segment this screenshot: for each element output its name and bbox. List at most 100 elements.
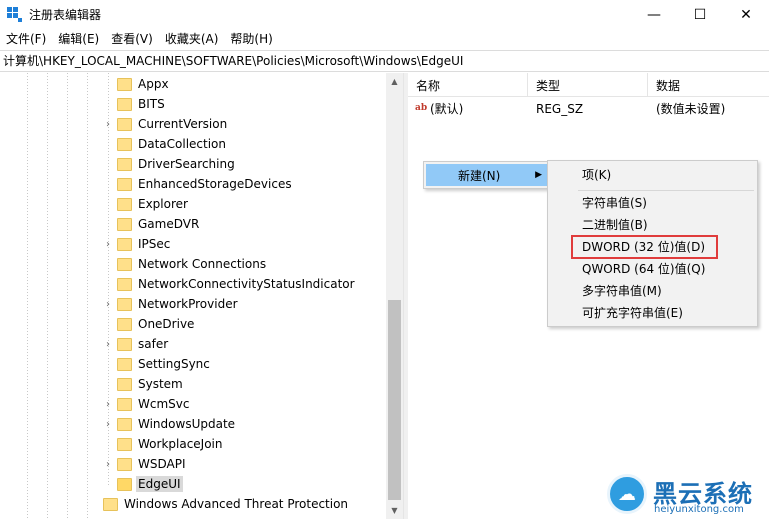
value-type: REG_SZ	[536, 102, 584, 116]
chevron-right-icon: ▶	[535, 170, 542, 180]
tree-item[interactable]: NetworkConnectivityStatusIndicator	[102, 274, 357, 294]
folder-icon	[117, 317, 132, 331]
menu-edit[interactable]: 编辑(E)	[52, 29, 105, 50]
menu-item-qword-value[interactable]: QWORD (64 位)值(Q)	[548, 258, 757, 280]
folder-icon	[117, 157, 132, 171]
tree-item[interactable]: › IPSec	[102, 234, 172, 254]
tree-item[interactable]: DataCollection	[102, 134, 228, 154]
tree-item[interactable]: › safer	[102, 334, 170, 354]
tree-item-label: CurrentVersion	[138, 117, 228, 131]
menu-item-new-label: 新建(N)	[458, 168, 501, 183]
folder-icon	[117, 297, 132, 311]
tree-item-label: GameDVR	[138, 217, 200, 231]
list-header: 名称 类型 数据	[408, 73, 769, 97]
tree-item[interactable]: BITS	[102, 94, 167, 114]
column-name[interactable]: 名称	[408, 73, 528, 97]
title-bar: 注册表编辑器 — ☐ ✕	[0, 0, 769, 29]
chevron-right-icon[interactable]: ›	[102, 419, 114, 430]
folder-icon	[117, 257, 132, 271]
tree-item[interactable]: EdgeUI	[102, 474, 183, 494]
scroll-thumb[interactable]	[388, 300, 401, 500]
tree-item-label: NetworkProvider	[138, 297, 238, 311]
cloud-logo-icon: ☁	[607, 474, 647, 514]
folder-icon	[117, 237, 132, 251]
tree-item-label: safer	[138, 337, 169, 351]
tree-item-label: DriverSearching	[138, 157, 235, 171]
scroll-up-arrow-icon[interactable]: ▲	[386, 73, 403, 90]
folder-icon	[117, 377, 132, 391]
tree-item[interactable]: Explorer	[102, 194, 190, 214]
menu-separator	[578, 190, 754, 191]
menu-item-key[interactable]: 项(K)	[548, 164, 757, 186]
tree-item[interactable]: Appx	[102, 74, 171, 94]
folder-icon	[117, 397, 132, 411]
menu-item-expandable-string-value[interactable]: 可扩充字符串值(E)	[548, 302, 757, 324]
menu-item-new[interactable]: 新建(N) ▶	[426, 164, 550, 186]
tree-item-label: Windows Advanced Threat Protection	[124, 497, 349, 511]
menu-favorites[interactable]: 收藏夹(A)	[159, 29, 225, 50]
menu-help[interactable]: 帮助(H)	[224, 29, 278, 50]
maximize-button[interactable]: ☐	[677, 0, 723, 29]
chevron-right-icon[interactable]: ›	[102, 239, 114, 250]
tree-item-label: Network Connections	[138, 257, 267, 271]
tree-item-label: WcmSvc	[138, 397, 190, 411]
tree-item[interactable]: › WcmSvc	[102, 394, 191, 414]
tree-item-label: System	[138, 377, 183, 391]
tree-item-label: Explorer	[138, 197, 188, 211]
folder-icon	[117, 417, 132, 431]
tree-scrollbar[interactable]: ▲ ▼	[386, 73, 403, 519]
tree-item-label: OneDrive	[138, 317, 195, 331]
tree-item[interactable]: System	[102, 374, 185, 394]
scroll-down-arrow-icon[interactable]: ▼	[386, 502, 403, 519]
watermark-url: heiyunxitong.com	[654, 504, 744, 515]
minimize-button[interactable]: —	[631, 0, 677, 29]
folder-icon	[117, 117, 132, 131]
folder-icon	[117, 477, 132, 491]
column-data[interactable]: 数据	[648, 73, 769, 97]
string-value-icon: ab	[415, 103, 428, 113]
chevron-right-icon[interactable]: ›	[102, 299, 114, 310]
folder-icon	[117, 217, 132, 231]
tree-item[interactable]: OneDrive	[102, 314, 196, 334]
chevron-right-icon[interactable]: ›	[102, 339, 114, 350]
tree-item-label: DataCollection	[138, 137, 227, 151]
menu-view[interactable]: 查看(V)	[105, 29, 159, 50]
menu-item-string-value[interactable]: 字符串值(S)	[548, 192, 757, 214]
tree-item[interactable]: › WindowsUpdate	[102, 414, 237, 434]
column-type[interactable]: 类型	[528, 73, 648, 97]
key-tree[interactable]: Appx BITS › CurrentVersion DataCollection Dri…	[0, 73, 403, 519]
tree-item-label: WSDAPI	[138, 457, 186, 471]
folder-icon	[117, 97, 132, 111]
folder-icon	[117, 137, 132, 151]
tree-item[interactable]: WorkplaceJoin	[102, 434, 225, 454]
folder-icon	[117, 197, 132, 211]
address-bar[interactable]: 计算机\HKEY_LOCAL_MACHINE\SOFTWARE\Policies…	[0, 50, 769, 72]
chevron-right-icon[interactable]: ›	[102, 399, 114, 410]
tree-item[interactable]: SettingSync	[102, 354, 212, 374]
context-menu: 新建(N) ▶	[423, 161, 553, 189]
tree-item[interactable]: EnhancedStorageDevices	[102, 174, 294, 194]
tree-item[interactable]: Network Connections	[102, 254, 268, 274]
tree-item-label: NetworkConnectivityStatusIndicator	[138, 277, 355, 291]
menu-item-multi-string-value[interactable]: 多字符串值(M)	[548, 280, 757, 302]
tree-item[interactable]: › NetworkProvider	[102, 294, 240, 314]
close-button[interactable]: ✕	[723, 0, 769, 29]
folder-icon	[117, 277, 132, 291]
menu-file[interactable]: 文件(F)	[0, 29, 52, 50]
menu-item-dword-value[interactable]: DWORD (32 位)值(D)	[548, 236, 757, 258]
menu-item-binary-value[interactable]: 二进制值(B)	[548, 214, 757, 236]
chevron-right-icon[interactable]: ›	[102, 119, 114, 130]
tree-item[interactable]: › WSDAPI	[102, 454, 188, 474]
folder-icon	[103, 497, 118, 511]
tree-item[interactable]: DriverSearching	[102, 154, 237, 174]
folder-icon	[117, 177, 132, 191]
chevron-right-icon[interactable]: ›	[102, 459, 114, 470]
tree-item[interactable]: › CurrentVersion	[102, 114, 229, 134]
menu-bar: 文件(F) 编辑(E) 查看(V) 收藏夹(A) 帮助(H)	[0, 29, 769, 50]
tree-item-label: BITS	[138, 97, 165, 111]
folder-icon	[117, 337, 132, 351]
table-row[interactable]: ab (默认) REG_SZ (数值未设置)	[408, 99, 769, 119]
tree-item-parent[interactable]: Windows Advanced Threat Protection	[88, 494, 350, 514]
folder-icon	[117, 77, 132, 91]
tree-item[interactable]: GameDVR	[102, 214, 201, 234]
